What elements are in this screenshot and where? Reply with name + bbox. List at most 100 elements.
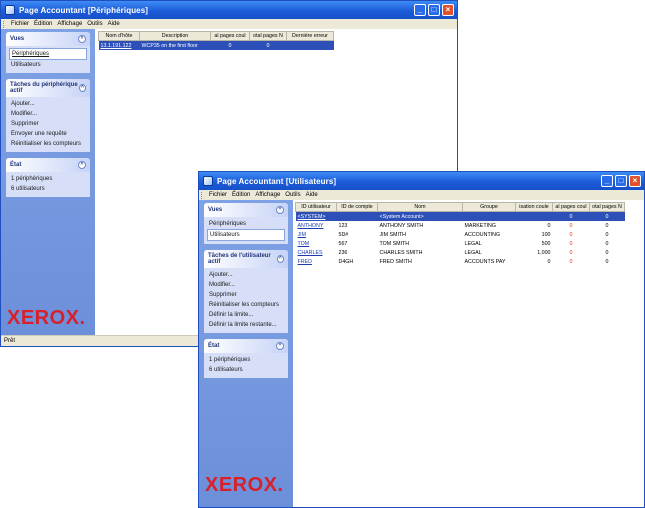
cell-user-id[interactable]: TOM xyxy=(296,239,337,248)
menu-edition[interactable]: Édition xyxy=(34,21,52,27)
cell-color-usage: 500 xyxy=(541,240,551,247)
chevron-up-icon[interactable]: ^ xyxy=(78,35,86,43)
window-title: Page Accountant [Périphériques] xyxy=(19,5,149,15)
cell-user-id[interactable]: FRED xyxy=(296,257,337,266)
cell-hostname[interactable]: 13.1.191.122 xyxy=(98,40,140,50)
status-device-count: 1 périphériques xyxy=(11,176,53,182)
status-pane: État ^ 1 périphériques 6 utilisateurs xyxy=(6,158,90,197)
status-device-count: 1 périphériques xyxy=(209,357,251,363)
menu-fichier[interactable]: Fichier xyxy=(209,192,227,198)
task-modify[interactable]: Modifier... xyxy=(9,109,87,119)
task-sidebar: Vues ^ Périphériques Utilisateurs Tâches … xyxy=(1,29,95,336)
task-sidebar: Vues ^ Périphériques Utilisateurs Tâches … xyxy=(199,200,293,507)
user-tasks-header[interactable]: Tâches de l'utilisateur actif ^ xyxy=(204,250,288,268)
users-window: Page Accountant [Utilisateurs] _ □ × Fic… xyxy=(198,171,645,508)
views-pane-header[interactable]: Vues ^ xyxy=(204,203,288,217)
menu-aide[interactable]: Aide xyxy=(108,21,120,27)
chevron-up-icon[interactable]: ^ xyxy=(78,161,86,169)
chevron-up-icon[interactable]: ^ xyxy=(78,84,86,92)
menu-aide[interactable]: Aide xyxy=(306,192,318,198)
col-total-pages[interactable]: otal pages N xyxy=(589,202,625,212)
title-bar[interactable]: Page Accountant [Utilisateurs] _ □ × xyxy=(199,172,644,190)
menu-fichier[interactable]: Fichier xyxy=(11,21,29,27)
menu-outils[interactable]: Outils xyxy=(285,192,300,198)
table-row[interactable]: JIM 5D# JIM SMITH ACCOUNTING 100 0 0 xyxy=(296,230,625,239)
task-modify[interactable]: Modifier... xyxy=(207,280,285,290)
col-last-error[interactable]: Dernière erreur xyxy=(286,31,334,41)
menu-affichage[interactable]: Affichage xyxy=(255,192,280,198)
cell-color-usage: 1,000 xyxy=(537,249,551,256)
device-tasks-header[interactable]: Tâches du périphérique actif ^ xyxy=(6,79,90,97)
cell-user-id[interactable]: JIM xyxy=(296,230,337,239)
task-delete[interactable]: Supprimer xyxy=(9,119,87,129)
view-devices[interactable]: Périphériques xyxy=(207,219,285,229)
cell-account-id: 5D# xyxy=(338,231,349,238)
menu-affichage[interactable]: Affichage xyxy=(57,21,82,27)
minimize-button[interactable]: _ xyxy=(414,4,426,16)
col-name[interactable]: Nom xyxy=(377,202,463,212)
col-total-pages[interactable]: otal pages N xyxy=(249,31,287,41)
view-users[interactable]: Utilisateurs xyxy=(207,229,285,241)
user-tasks-pane: Tâches de l'utilisateur actif ^ Ajouter..… xyxy=(204,250,288,333)
cell-total-pages: 0 xyxy=(605,249,609,256)
task-add[interactable]: Ajouter... xyxy=(207,270,285,280)
close-button[interactable]: × xyxy=(629,175,641,187)
col-color-usage[interactable]: isation coule xyxy=(515,202,553,212)
menu-outils[interactable]: Outils xyxy=(87,21,102,27)
views-pane: Vues ^ Périphériques Utilisateurs xyxy=(6,32,90,73)
col-group[interactable]: Groupe xyxy=(462,202,516,212)
col-color-pages[interactable]: al pages coul xyxy=(210,31,250,41)
status-pane-header[interactable]: État ^ xyxy=(6,158,90,172)
status-pane-header[interactable]: État ^ xyxy=(204,339,288,353)
table-row[interactable]: 13.1.191.122 WCP35 on the first floor 0 … xyxy=(98,40,334,50)
table-row[interactable]: TOM 567 TOM SMITH LEGAL 500 0 0 xyxy=(296,239,625,248)
cell-total-pages: 0 xyxy=(589,211,625,221)
cell-account-id xyxy=(336,211,378,221)
cell-user-id[interactable]: ANTHONY xyxy=(296,221,337,230)
task-delete[interactable]: Supprimer xyxy=(207,290,285,300)
col-account-id[interactable]: ID de compte xyxy=(336,202,378,212)
cell-color-pages: 0 xyxy=(569,240,573,247)
cell-color-pages: 0 xyxy=(552,211,590,221)
view-devices[interactable]: Périphériques xyxy=(9,48,87,60)
title-bar[interactable]: Page Accountant [Périphériques] _ □ × xyxy=(1,1,457,19)
menu-edition[interactable]: Édition xyxy=(232,192,250,198)
cell-account-id: D4GH xyxy=(338,258,354,265)
task-set-remaining-limit[interactable]: Définir la limite restante... xyxy=(207,320,285,330)
col-color-pages[interactable]: al pages coul xyxy=(552,202,590,212)
chevron-up-icon[interactable]: ^ xyxy=(276,255,284,263)
maximize-button[interactable]: □ xyxy=(428,4,440,16)
task-reset-counters[interactable]: Réinitialiser les compteurs xyxy=(207,300,285,310)
cell-last-error xyxy=(286,40,334,50)
col-hostname[interactable]: Nom d'hôte xyxy=(98,31,140,41)
minimize-button[interactable]: _ xyxy=(601,175,613,187)
view-users[interactable]: Utilisateurs xyxy=(9,60,87,70)
table-row[interactable]: ANTHONY 123 ANTHONY SMITH MARKETING 0 0 0 xyxy=(296,221,625,230)
table-row[interactable]: <SYSTEM> <System Account> 0 0 xyxy=(295,211,625,221)
col-description[interactable]: Description xyxy=(139,31,211,41)
task-send-request[interactable]: Envoyer une requête xyxy=(9,129,87,139)
cell-name: CHARLES SMITH xyxy=(379,249,423,256)
table-row[interactable]: FRED D4GH FRED SMITH ACCOUNTS PAY 0 0 0 xyxy=(296,257,625,266)
cell-group: LEGAL xyxy=(464,249,482,256)
cell-name: JIM SMITH xyxy=(379,231,406,238)
maximize-button[interactable]: □ xyxy=(615,175,627,187)
views-pane-header[interactable]: Vues ^ xyxy=(6,32,90,46)
col-user-id[interactable]: ID utilisateur xyxy=(295,202,337,212)
cell-color-pages: 0 xyxy=(569,249,573,256)
task-add[interactable]: Ajouter... xyxy=(9,99,87,109)
cell-user-id[interactable]: CHARLES xyxy=(296,248,337,257)
cell-user-id[interactable]: <SYSTEM> xyxy=(295,211,337,221)
chevron-up-icon[interactable]: ^ xyxy=(276,342,284,350)
table-row[interactable]: CHARLES 236 CHARLES SMITH LEGAL 1,000 0 0 xyxy=(296,248,625,257)
cell-color-pages: 0 xyxy=(210,40,250,50)
cell-name: <System Account> xyxy=(377,211,463,221)
cell-color-pages: 0 xyxy=(569,222,573,229)
task-set-limit[interactable]: Définir la limite... xyxy=(207,310,285,320)
close-button[interactable]: × xyxy=(442,4,454,16)
cell-group xyxy=(462,211,516,221)
status-pane: État ^ 1 périphériques 6 utilisateurs xyxy=(204,339,288,378)
task-reset-counters[interactable]: Réinitialiser les compteurs xyxy=(9,139,87,149)
xerox-logo: XEROX. xyxy=(7,307,86,329)
chevron-up-icon[interactable]: ^ xyxy=(276,206,284,214)
